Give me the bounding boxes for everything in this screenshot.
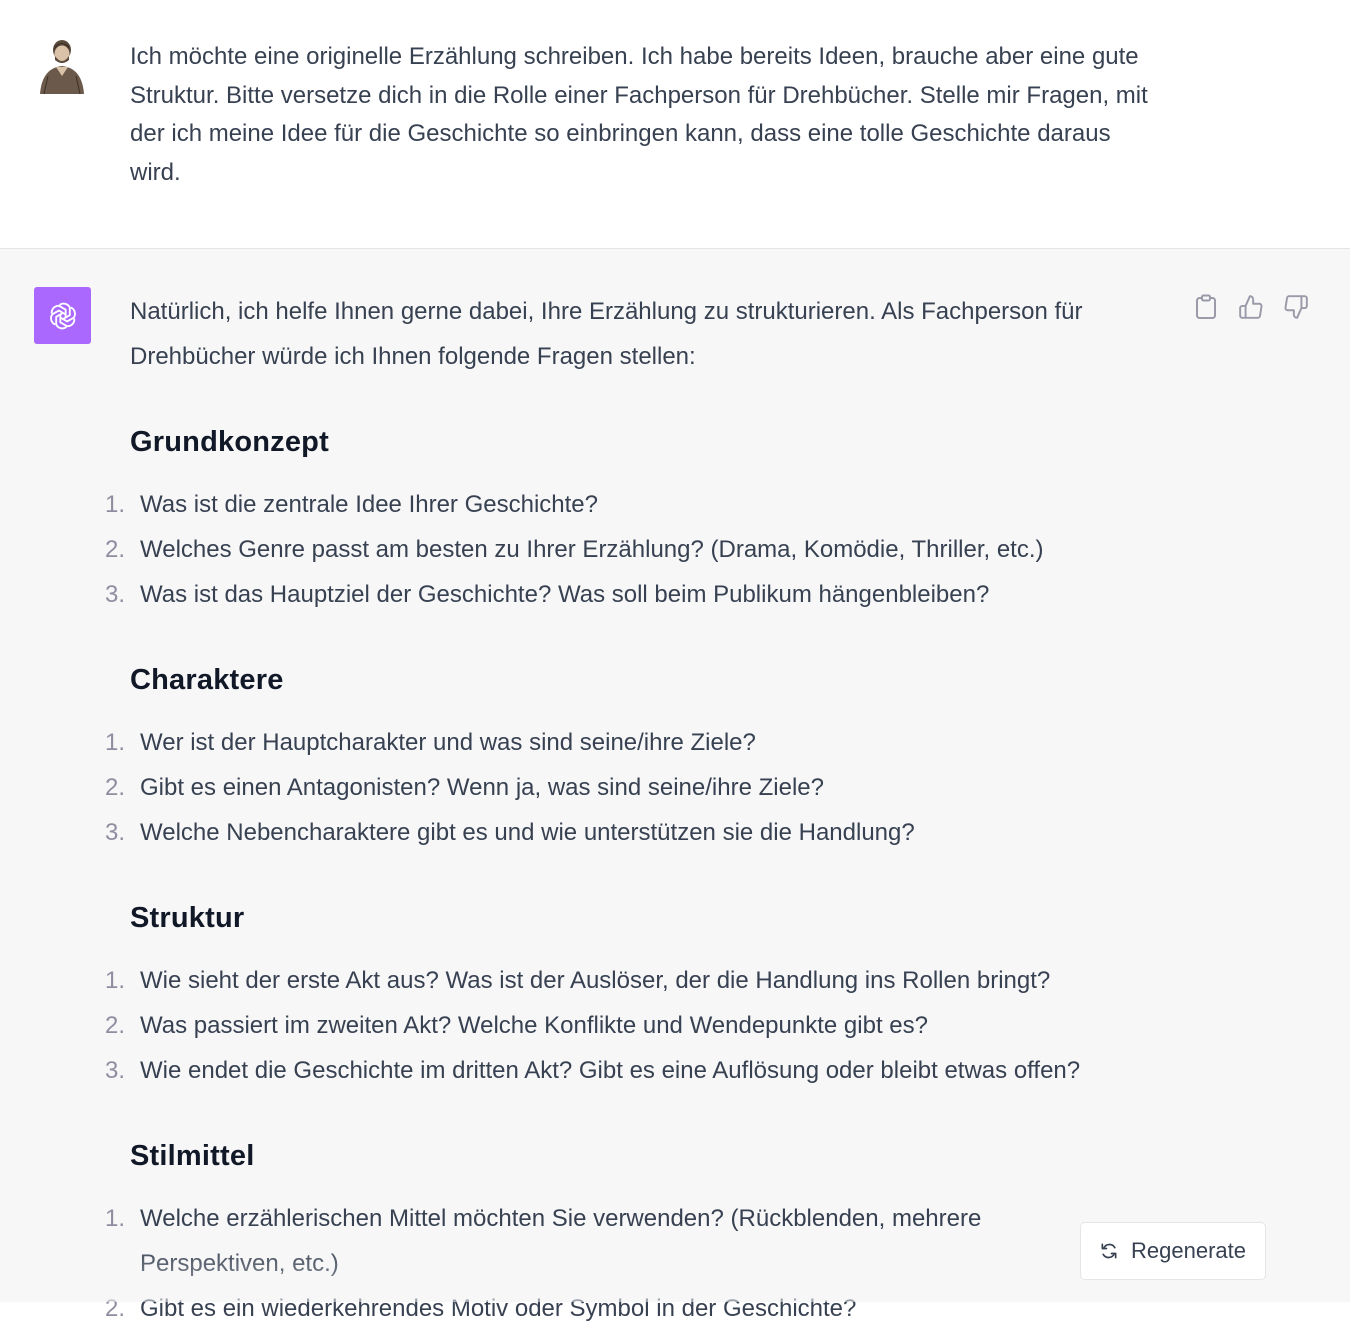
list-item-text: Wie endet die Geschichte im dritten Akt?…: [140, 1057, 1081, 1084]
list-grundkonzept: 1. Was ist die zentrale Idee Ihrer Geschi…: [105, 482, 1160, 617]
assistant-message: Natürlich, ich helfe Ihnen gerne dabei, …: [0, 249, 1350, 1322]
thumbs-down-button[interactable]: [1280, 291, 1311, 322]
list-item-text: Gibt es ein wiederkehrendes Motiv oder S…: [140, 1295, 857, 1322]
list-item: 1. Wer ist der Hauptcharakter und was sin…: [105, 720, 1160, 765]
list-item: 1. Welche erzählerischen Mittel möchten S…: [105, 1196, 1060, 1286]
list-item-text: Was ist die zentrale Idee Ihrer Geschich…: [140, 491, 598, 518]
list-item: 3. Welche Nebencharaktere gibt es und wie…: [105, 810, 1160, 855]
list-number: 2.: [105, 1012, 126, 1039]
list-item: 2. Was passiert im zweiten Akt? Welche Ko…: [105, 1003, 1160, 1048]
section-heading-struktur: Struktur: [130, 902, 245, 934]
list-number: 1.: [105, 491, 126, 518]
list-number: 3.: [105, 1057, 126, 1084]
section-heading-charaktere: Charaktere: [130, 664, 284, 696]
section-heading-grundkonzept: Grundkonzept: [130, 426, 329, 458]
list-item-text: Wer ist der Hauptcharakter und was sind …: [140, 729, 756, 756]
thumbs-down-icon: [1284, 294, 1308, 319]
list-item: 2. Welches Genre passt am besten zu Ihrer…: [105, 527, 1160, 572]
list-number: 2.: [105, 774, 126, 801]
user-portrait-icon: [40, 40, 84, 95]
openai-logo-icon: [49, 302, 76, 329]
assistant-avatar: [34, 287, 91, 344]
list-item: 1. Was ist die zentrale Idee Ihrer Geschi…: [105, 482, 1160, 527]
list-number: 2.: [105, 1295, 126, 1322]
list-item-text: Was passiert im zweiten Akt? Welche Konf…: [140, 1012, 928, 1039]
list-number: 3.: [105, 581, 126, 608]
message-actions: [1190, 291, 1311, 322]
list-struktur: 1. Wie sieht der erste Akt aus? Was ist d…: [105, 958, 1160, 1093]
regenerate-button[interactable]: Regenerate: [1080, 1222, 1266, 1280]
assistant-intro: Natürlich, ich helfe Ihnen gerne dabei, …: [130, 298, 1083, 370]
copy-button[interactable]: [1190, 291, 1221, 322]
list-item: 3. Was ist das Hauptziel der Geschichte? …: [105, 572, 1160, 617]
list-stilmittel: 1. Welche erzählerischen Mittel möchten S…: [105, 1196, 1060, 1331]
regenerate-label: Regenerate: [1131, 1238, 1246, 1263]
list-number: 1.: [105, 729, 126, 756]
list-charaktere: 1. Wer ist der Hauptcharakter und was sin…: [105, 720, 1160, 855]
user-message-text: Ich möchte eine originelle Erzählung sch…: [130, 43, 1148, 187]
list-number: 3.: [105, 819, 126, 846]
thumbs-up-button[interactable]: [1235, 291, 1266, 322]
list-item-text: Welche Nebencharaktere gibt es und wie u…: [140, 819, 915, 846]
list-item-text: Welche erzählerischen Mittel möchten Sie…: [140, 1205, 982, 1277]
list-number: 1.: [105, 967, 126, 994]
user-message: Ich möchte eine originelle Erzählung sch…: [0, 0, 1350, 249]
user-avatar: [34, 36, 90, 96]
list-item: 3. Wie endet die Geschichte im dritten Ak…: [105, 1048, 1160, 1093]
list-item: 1. Wie sieht der erste Akt aus? Was ist d…: [105, 958, 1160, 1003]
clipboard-icon: [1195, 294, 1216, 319]
list-item-text: Welches Genre passt am besten zu Ihrer E…: [140, 536, 1044, 563]
assistant-message-content: Natürlich, ich helfe Ihnen gerne dabei, …: [105, 289, 1160, 1331]
list-item-text: Was ist das Hauptziel der Geschichte? Wa…: [140, 581, 990, 608]
list-item-text: Gibt es einen Antagonisten? Wenn ja, was…: [140, 774, 824, 801]
thumbs-up-icon: [1238, 294, 1262, 319]
list-item: 2. Gibt es einen Antagonisten? Wenn ja, w…: [105, 765, 1160, 810]
list-number: 2.: [105, 536, 126, 563]
list-item: 2. Gibt es ein wiederkehrendes Motiv oder…: [105, 1286, 1060, 1331]
list-number: 1.: [105, 1205, 126, 1232]
list-item-text: Wie sieht der erste Akt aus? Was ist der…: [140, 967, 1051, 994]
section-heading-stilmittel: Stilmittel: [130, 1140, 255, 1172]
refresh-icon: [1101, 1243, 1117, 1259]
